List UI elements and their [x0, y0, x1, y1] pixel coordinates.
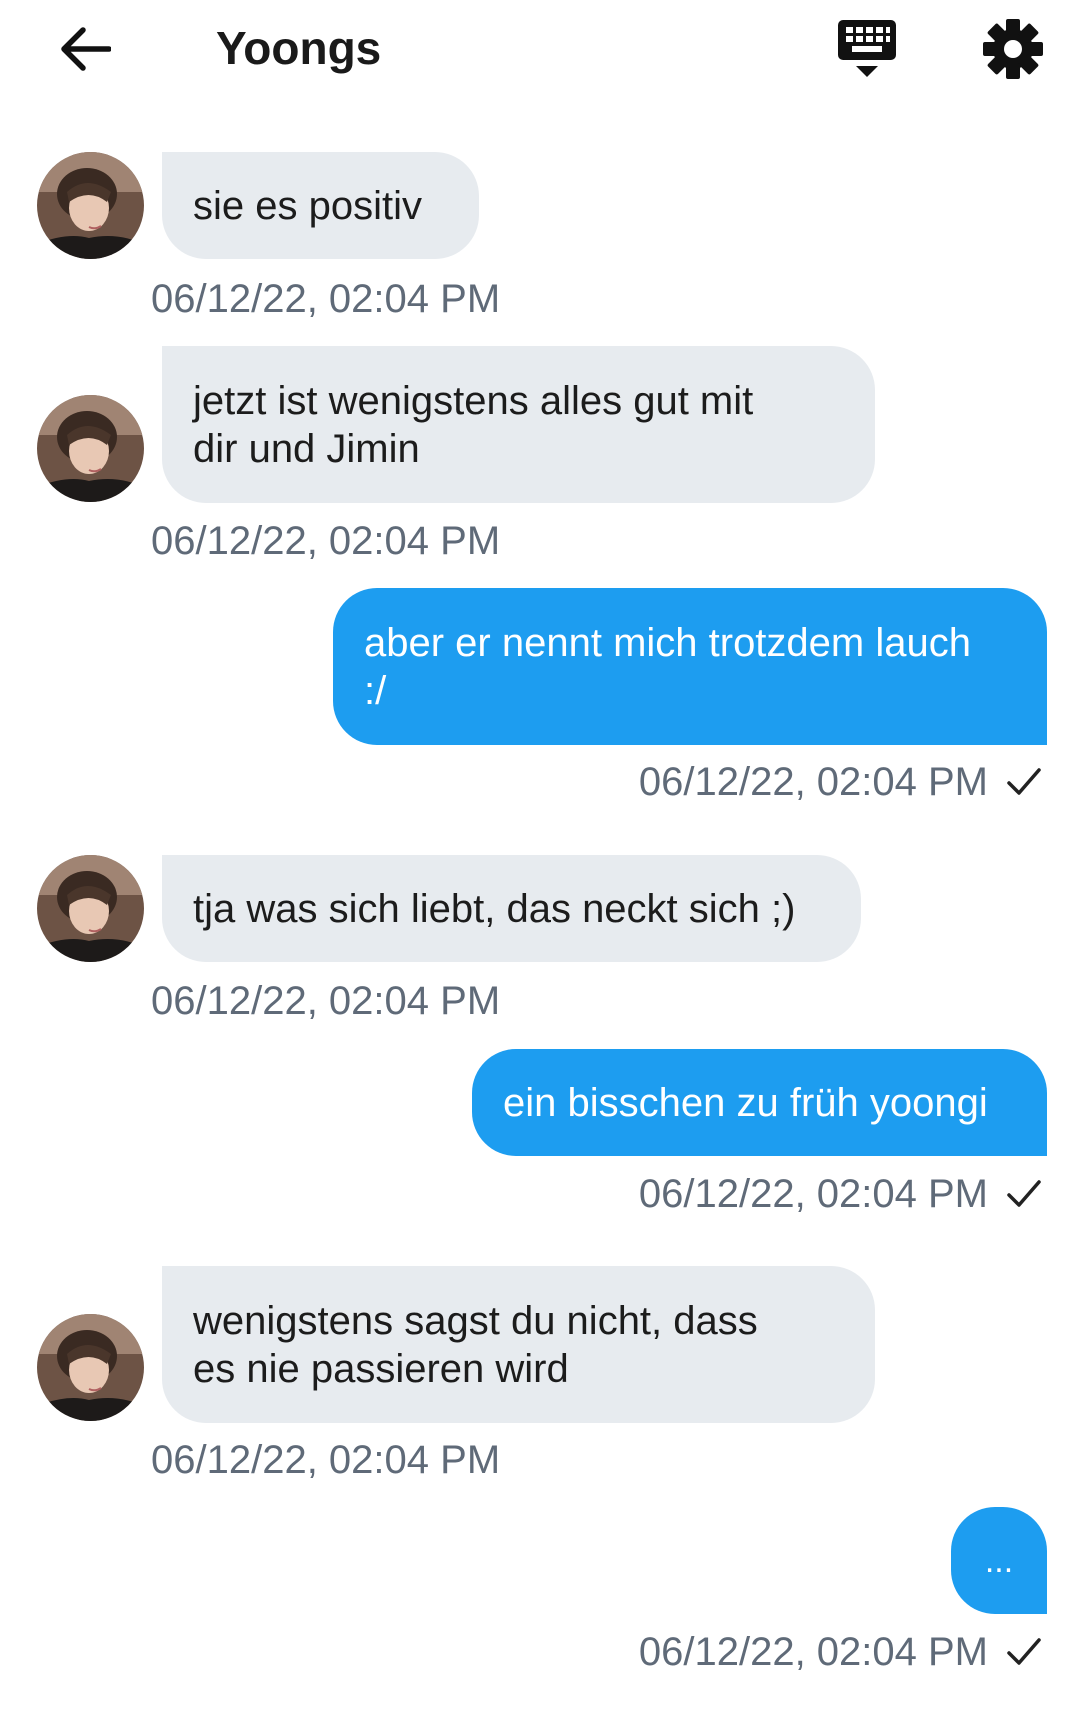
- contact-avatar[interactable]: [37, 152, 144, 259]
- message-timestamp: 06/12/22, 02:04 PM: [638, 760, 988, 804]
- message-bubble-incoming[interactable]: tja was sich liebt, das neckt sich ;): [162, 855, 861, 962]
- message-timestamp: 06/12/22, 02:04 PM: [638, 1172, 988, 1216]
- message-timestamp: 06/12/22, 02:04 PM: [151, 519, 501, 563]
- sent-check-icon: [1007, 768, 1041, 795]
- message-timestamp: 06/12/22, 02:04 PM: [638, 1630, 988, 1674]
- chat-title: Yoongs: [216, 22, 382, 74]
- back-button[interactable]: [52, 16, 118, 82]
- contact-avatar[interactable]: [37, 855, 144, 962]
- message-bubble-incoming[interactable]: wenigstens sagst du nicht, dass es nie p…: [162, 1266, 875, 1423]
- message-timestamp: 06/12/22, 02:04 PM: [151, 277, 501, 321]
- settings-button[interactable]: [978, 14, 1048, 84]
- message-bubble-outgoing[interactable]: ein bisschen zu früh yoongi: [472, 1049, 1047, 1156]
- contact-avatar[interactable]: [37, 395, 144, 502]
- keyboard-hide-icon: [838, 20, 896, 77]
- message-bubble-incoming[interactable]: sie es positiv: [162, 152, 479, 259]
- message-timestamp: 06/12/22, 02:04 PM: [151, 979, 501, 1023]
- message-bubble-outgoing[interactable]: ...: [951, 1507, 1047, 1614]
- message-bubble-outgoing[interactable]: aber er nennt mich trotzdem lauch :/: [333, 588, 1047, 745]
- contact-avatar[interactable]: [37, 1314, 144, 1421]
- message-bubble-incoming[interactable]: jetzt ist wenigstens alles gut mit dir u…: [162, 346, 875, 503]
- sent-check-icon: [1007, 1180, 1041, 1207]
- message-timestamp: 06/12/22, 02:04 PM: [151, 1438, 501, 1482]
- arrow-left-icon: [61, 27, 111, 71]
- keyboard-hide-button[interactable]: [830, 14, 902, 86]
- gear-icon: [983, 19, 1043, 79]
- sent-check-icon: [1007, 1638, 1041, 1665]
- chat-header: Yoongs: [0, 0, 1080, 100]
